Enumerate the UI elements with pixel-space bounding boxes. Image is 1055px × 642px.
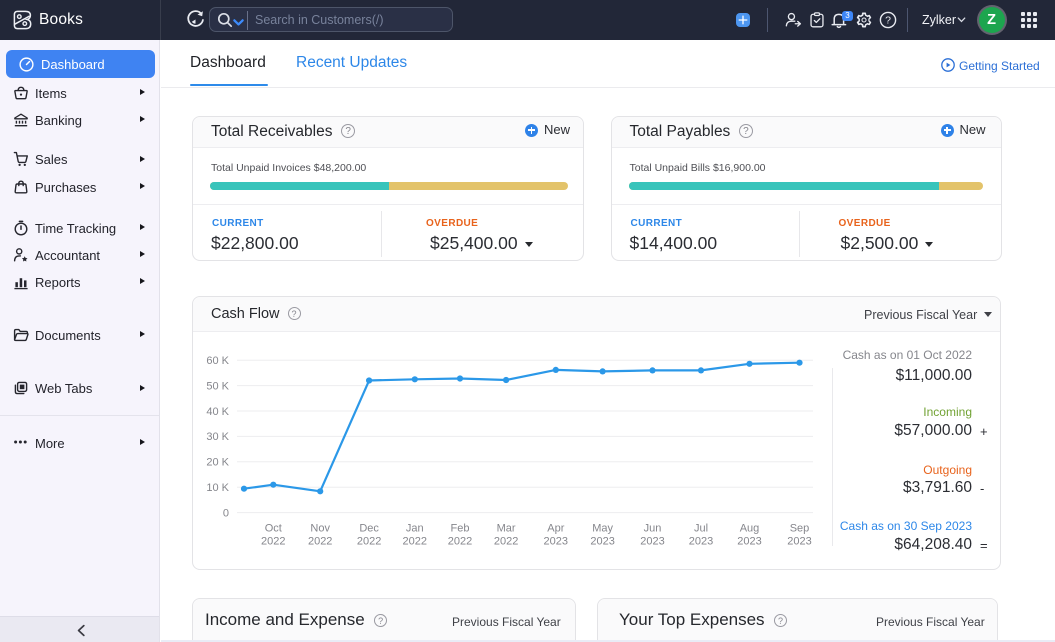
svg-text:Feb: Feb bbox=[451, 523, 470, 535]
svg-text:Mar: Mar bbox=[497, 523, 516, 535]
svg-text:2023: 2023 bbox=[590, 536, 614, 548]
svg-text:2023: 2023 bbox=[689, 536, 713, 548]
svg-text:0: 0 bbox=[223, 507, 229, 519]
svg-text:2022: 2022 bbox=[308, 536, 332, 548]
svg-text:60 K: 60 K bbox=[206, 355, 229, 367]
svg-text:Sep: Sep bbox=[790, 523, 810, 535]
svg-text:Nov: Nov bbox=[310, 523, 330, 535]
svg-text:Jul: Jul bbox=[694, 523, 708, 535]
svg-text:2022: 2022 bbox=[494, 536, 518, 548]
svg-text:?: ? bbox=[885, 15, 891, 27]
svg-text:50 K: 50 K bbox=[206, 380, 229, 392]
svg-text:Oct: Oct bbox=[265, 523, 282, 535]
svg-text:10 K: 10 K bbox=[206, 482, 229, 494]
svg-text:30 K: 30 K bbox=[206, 431, 229, 443]
svg-text:2022: 2022 bbox=[357, 536, 381, 548]
svg-text:2023: 2023 bbox=[640, 536, 664, 548]
svg-text:Jan: Jan bbox=[406, 523, 424, 535]
svg-text:40 K: 40 K bbox=[206, 406, 229, 418]
svg-text:Dec: Dec bbox=[359, 523, 379, 535]
svg-text:May: May bbox=[592, 523, 613, 535]
svg-text:20 K: 20 K bbox=[206, 457, 229, 469]
svg-text:2022: 2022 bbox=[403, 536, 427, 548]
svg-text:2023: 2023 bbox=[544, 536, 568, 548]
svg-text:2023: 2023 bbox=[787, 536, 811, 548]
svg-text:2022: 2022 bbox=[261, 536, 285, 548]
svg-text:Apr: Apr bbox=[547, 523, 564, 535]
svg-text:2023: 2023 bbox=[737, 536, 761, 548]
svg-text:2022: 2022 bbox=[448, 536, 472, 548]
svg-text:Jun: Jun bbox=[644, 523, 662, 535]
svg-text:Aug: Aug bbox=[740, 523, 760, 535]
